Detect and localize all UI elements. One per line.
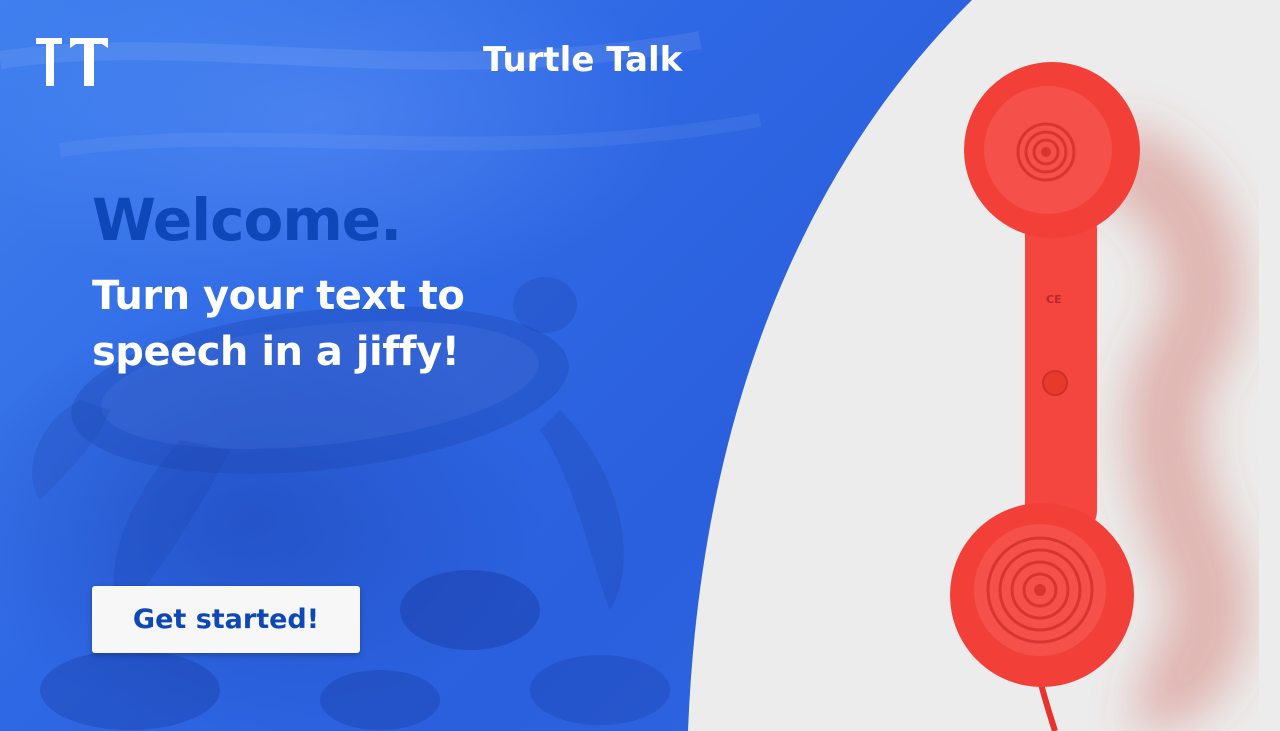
tt-monogram-icon[interactable]	[36, 38, 108, 86]
brand-title: Turtle Talk	[483, 40, 683, 80]
phone-ce-mark: CE	[1046, 293, 1062, 306]
welcome-heading: Welcome.	[92, 186, 402, 254]
tagline-text: Turn your text to speech in a jiffy!	[92, 273, 465, 375]
get-started-button[interactable]: Get started!	[92, 586, 360, 653]
